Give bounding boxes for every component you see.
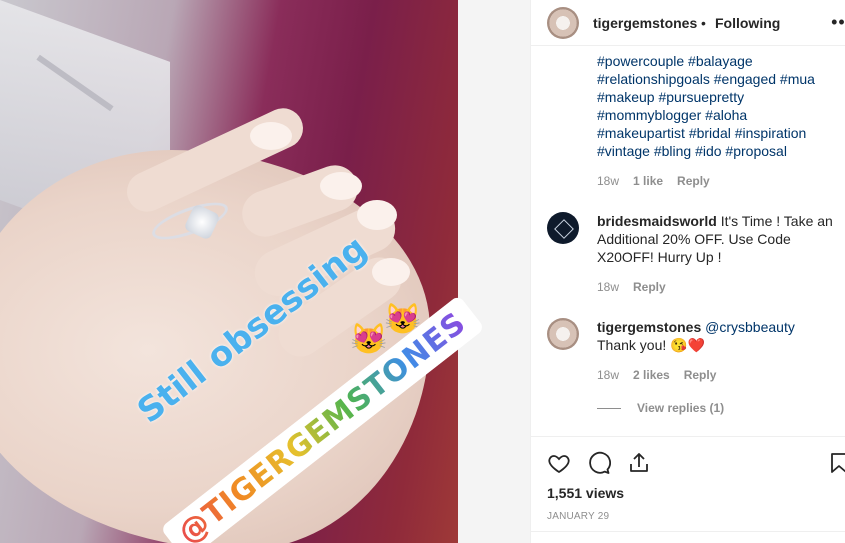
caption-meta: 18w 1 like Reply xyxy=(597,174,710,188)
avatar[interactable] xyxy=(547,212,579,244)
post-media[interactable]: 😻 😻 Still obsessing @TIGERGEMSTONES xyxy=(0,0,530,543)
comment-time[interactable]: 18w xyxy=(597,368,619,382)
comment-icon[interactable] xyxy=(587,451,611,475)
comment-text: Thank you! 😘❤️ xyxy=(597,337,706,353)
nail xyxy=(372,258,410,286)
action-bar: 1,551 views JANUARY 29 xyxy=(531,436,845,543)
heart-eyes-cat-emoji: 😻 xyxy=(350,323,388,356)
bookmark-icon[interactable] xyxy=(827,451,845,475)
comment-mention[interactable]: @crysbbeauty xyxy=(701,319,795,335)
replies-divider xyxy=(597,408,621,410)
comment-likes[interactable]: 2 likes xyxy=(633,368,670,382)
comment-body: tigergemstones @crysbbeauty Thank you! 😘… xyxy=(597,318,833,354)
caption-hashtags[interactable]: #powercouple #balayage #relationshipgoal… xyxy=(597,52,837,160)
nail xyxy=(357,200,397,230)
separator-dot: • xyxy=(701,15,706,31)
post-header: tigergemstones • Following ••• xyxy=(531,0,845,46)
nail xyxy=(320,172,362,200)
avatar[interactable] xyxy=(547,7,579,39)
avatar[interactable] xyxy=(547,318,579,350)
comment-time[interactable]: 18w xyxy=(597,280,619,294)
more-options-icon[interactable]: ••• xyxy=(831,12,845,33)
comment-username[interactable]: tigergemstones xyxy=(597,319,701,335)
comment-username[interactable]: bridesmaidsworld xyxy=(597,213,717,229)
share-icon[interactable] xyxy=(627,451,651,475)
post-date[interactable]: JANUARY 29 xyxy=(547,511,609,522)
post-side-panel: tigergemstones • Following ••• #powercou… xyxy=(530,0,845,543)
caption-time[interactable]: 18w xyxy=(597,174,619,188)
author-username[interactable]: tigergemstones xyxy=(593,15,697,31)
view-replies-button[interactable]: View replies (1) xyxy=(597,401,724,415)
view-count[interactable]: 1,551 views xyxy=(547,485,624,501)
caption-likes[interactable]: 1 like xyxy=(633,174,663,188)
comment-input-area[interactable] xyxy=(531,531,845,543)
view-replies-label: View replies (1) xyxy=(637,401,725,415)
heart-icon[interactable] xyxy=(547,451,571,475)
nail xyxy=(250,122,292,150)
comment-body: bridesmaidsworld It's Time ! Take an Add… xyxy=(597,212,833,266)
background-wall xyxy=(458,0,530,543)
following-button[interactable]: Following xyxy=(715,15,780,31)
comment-meta: 18w Reply xyxy=(597,280,666,294)
caption-reply-button[interactable]: Reply xyxy=(677,174,710,188)
comment-reply-button[interactable]: Reply xyxy=(633,280,666,294)
comment-reply-button[interactable]: Reply xyxy=(684,368,717,382)
comment-meta: 18w 2 likes Reply xyxy=(597,368,716,382)
